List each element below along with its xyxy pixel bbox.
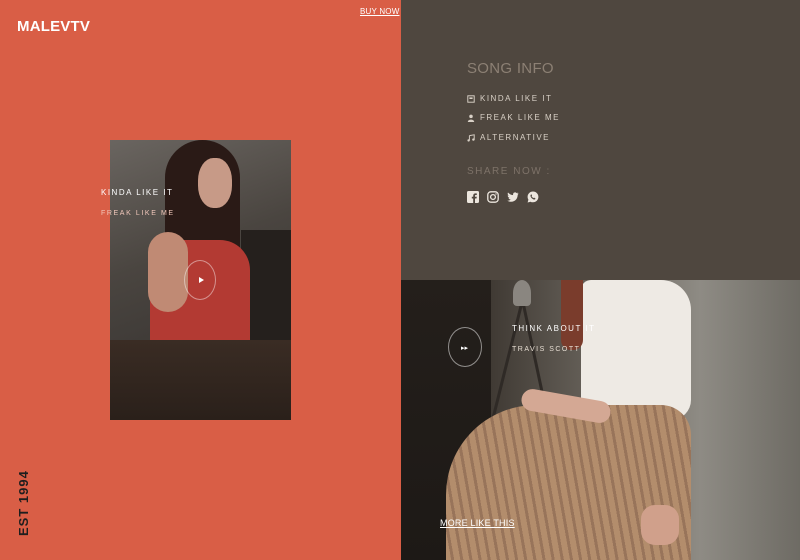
photo-shirt <box>581 280 691 420</box>
song-info-panel <box>401 0 800 280</box>
more-like-this-link[interactable]: MORE LIKE THIS <box>440 518 515 528</box>
buy-now-link[interactable]: BUY NOW <box>360 7 399 16</box>
instagram-icon[interactable] <box>487 191 499 203</box>
left-panel: MALEVTV BUY NOW KINDA LIKE IT FREAK LIKE… <box>0 0 401 560</box>
play-button[interactable] <box>184 260 216 300</box>
photo-face <box>198 158 232 208</box>
photo-hair <box>561 280 583 350</box>
facebook-icon[interactable] <box>467 191 479 203</box>
photo-arm <box>148 232 188 312</box>
song-info-item: FREAK LIKE ME <box>467 113 560 122</box>
photo-lamp <box>513 280 531 306</box>
photo-table <box>110 340 291 420</box>
music-note-icon <box>467 133 475 142</box>
play-icon <box>199 277 204 283</box>
song-info-item-label: KINDA LIKE IT <box>480 94 553 103</box>
est-label: EST 1994 <box>16 470 31 536</box>
disc-icon <box>467 94 475 103</box>
fast-forward-button[interactable]: ▸▸ <box>448 327 482 367</box>
song-info-heading: SONG INFO <box>467 60 554 77</box>
brand-logo[interactable]: MALEVTV <box>17 18 90 35</box>
second-title: THINK ABOUT IT <box>512 324 596 333</box>
song-info-item: KINDA LIKE IT <box>467 94 552 103</box>
fast-forward-icon: ▸▸ <box>461 344 469 352</box>
user-icon <box>467 114 475 122</box>
song-info-item-label: ALTERNATIVE <box>480 133 550 142</box>
song-info-item-label: FREAK LIKE ME <box>480 113 560 122</box>
whatsapp-icon[interactable] <box>527 191 539 203</box>
social-links <box>467 191 539 203</box>
second-artist: TRAVIS SCOTT <box>512 346 581 353</box>
photo-hand <box>641 505 679 545</box>
song-info-item: ALTERNATIVE <box>467 133 550 142</box>
twitter-icon[interactable] <box>507 191 519 203</box>
share-label: SHARE NOW : <box>467 166 551 177</box>
featured-title: KINDA LIKE IT <box>101 188 174 197</box>
featured-subtitle: FREAK LIKE ME <box>101 210 175 217</box>
